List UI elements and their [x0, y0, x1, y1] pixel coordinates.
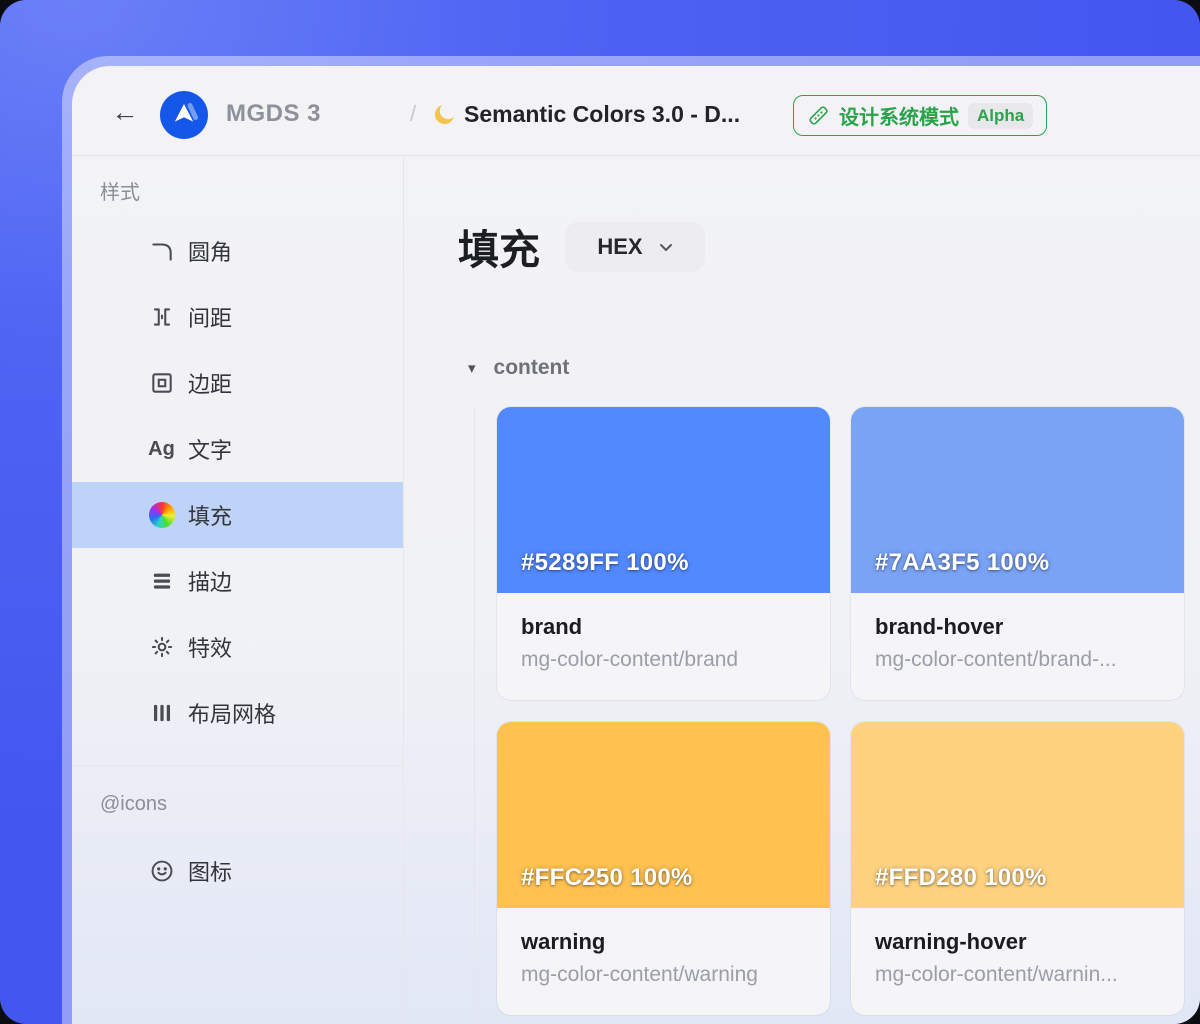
color-swatch: #FFD280 100%: [851, 722, 1184, 908]
icons-section-header: @icons: [100, 793, 167, 816]
color-style-grid: #5289FF 100% brand mg-color-content/bran…: [497, 407, 1184, 1015]
sidebar-item-label: 边距: [188, 367, 232, 399]
color-card-warning[interactable]: #FFC250 100% warning mg-color-content/wa…: [497, 722, 830, 1015]
workspace-name[interactable]: MGDS 3: [226, 100, 321, 128]
card-info: brand mg-color-content/brand: [497, 593, 830, 672]
chevron-down-icon: [659, 243, 673, 252]
sidebar-item-label: 圆角: [188, 235, 232, 267]
color-card-warning-hover[interactable]: #FFD280 100% warning-hover mg-color-cont…: [851, 722, 1184, 1015]
card-info: warning-hover mg-color-content/warnin...: [851, 908, 1184, 987]
indent-guide-line: [474, 408, 475, 1024]
mastergo-logo-icon[interactable]: [160, 91, 208, 139]
color-format-dropdown[interactable]: HEX: [565, 222, 705, 272]
corner-radius-icon: [148, 238, 175, 265]
color-format-value: HEX: [597, 234, 642, 260]
design-system-mode-label: 设计系统模式: [839, 101, 959, 130]
moon-icon: [432, 102, 457, 127]
smiley-icon: [148, 858, 175, 885]
breadcrumb-separator: /: [410, 101, 416, 127]
content-section-header[interactable]: ▾ content: [468, 356, 569, 380]
styles-section-header: 样式: [100, 176, 140, 205]
style-name: brand-hover: [875, 614, 1160, 640]
sidebar-item-label: 文字: [188, 433, 232, 465]
sidebar-item-label: 布局网格: [188, 697, 276, 729]
card-info: warning mg-color-content/warning: [497, 908, 830, 987]
sidebar-item-margin[interactable]: 边距: [72, 350, 403, 416]
swatch-hex-label: #7AA3F5 100%: [875, 549, 1049, 577]
sidebar-item-layout-grid[interactable]: 布局网格: [72, 680, 403, 746]
margin-icon: [148, 370, 175, 397]
sidebar-item-label: 间距: [188, 301, 232, 333]
app-window: ← MGDS 3 / Semantic Colors 3.0 - D...: [0, 0, 1200, 1024]
back-button[interactable]: ←: [108, 94, 142, 130]
style-token: mg-color-content/warnin...: [875, 963, 1160, 987]
card-info: brand-hover mg-color-content/brand-...: [851, 593, 1184, 672]
color-card-brand[interactable]: #5289FF 100% brand mg-color-content/bran…: [497, 407, 830, 700]
disclosure-triangle-icon: ▾: [468, 359, 476, 377]
main-content: 填充 HEX ▾ content #5289FF 100%: [405, 156, 1200, 1024]
style-token: mg-color-content/brand-...: [875, 648, 1160, 672]
sidebar-item-effects[interactable]: 特效: [72, 614, 403, 680]
alpha-badge: Alpha: [968, 103, 1033, 129]
sidebar-item-label: 特效: [188, 631, 232, 663]
sidebar-item-spacing[interactable]: 间距: [72, 284, 403, 350]
color-card-brand-hover[interactable]: #7AA3F5 100% brand-hover mg-color-conten…: [851, 407, 1184, 700]
swatch-hex-label: #FFC250 100%: [521, 864, 693, 892]
sidebar-item-label: 图标: [188, 855, 232, 887]
sidebar-divider: [72, 765, 403, 766]
top-toolbar: ← MGDS 3 / Semantic Colors 3.0 - D...: [72, 66, 1200, 156]
swatch-hex-label: #FFD280 100%: [875, 864, 1047, 892]
style-token: mg-color-content/brand: [521, 648, 806, 672]
page-title: 填充: [458, 216, 540, 276]
style-token: mg-color-content/warning: [521, 963, 806, 987]
design-system-icon: [807, 104, 830, 127]
sidebar-item-icons[interactable]: 图标: [72, 838, 403, 904]
styles-sidebar: 样式 圆角 间距: [72, 156, 404, 1024]
editor-panel: ← MGDS 3 / Semantic Colors 3.0 - D...: [72, 66, 1200, 1024]
color-swatch: #5289FF 100%: [497, 407, 830, 593]
stroke-icon: [148, 568, 175, 595]
panel-ring: ← MGDS 3 / Semantic Colors 3.0 - D...: [62, 56, 1200, 1024]
layout-grid-icon: [148, 700, 175, 727]
sidebar-item-label: 填充: [188, 499, 232, 531]
content-section-label: content: [494, 356, 570, 380]
text-style-icon: Ag: [148, 436, 175, 463]
effects-icon: [148, 634, 175, 661]
swatch-hex-label: #5289FF 100%: [521, 549, 689, 577]
color-swatch: #7AA3F5 100%: [851, 407, 1184, 593]
style-name: warning: [521, 929, 806, 955]
sidebar-item-fill[interactable]: 填充: [72, 482, 403, 548]
sidebar-item-label: 描边: [188, 565, 232, 597]
style-name: brand: [521, 614, 806, 640]
file-title[interactable]: Semantic Colors 3.0 - D...: [464, 101, 740, 128]
design-system-mode-button[interactable]: 设计系统模式 Alpha: [793, 95, 1047, 136]
sidebar-item-text[interactable]: Ag 文字: [72, 416, 403, 482]
sidebar-item-corner-radius[interactable]: 圆角: [72, 218, 403, 284]
color-wheel-icon: [148, 502, 175, 529]
style-name: warning-hover: [875, 929, 1160, 955]
sidebar-item-stroke[interactable]: 描边: [72, 548, 403, 614]
spacing-icon: [148, 304, 175, 331]
color-swatch: #FFC250 100%: [497, 722, 830, 908]
